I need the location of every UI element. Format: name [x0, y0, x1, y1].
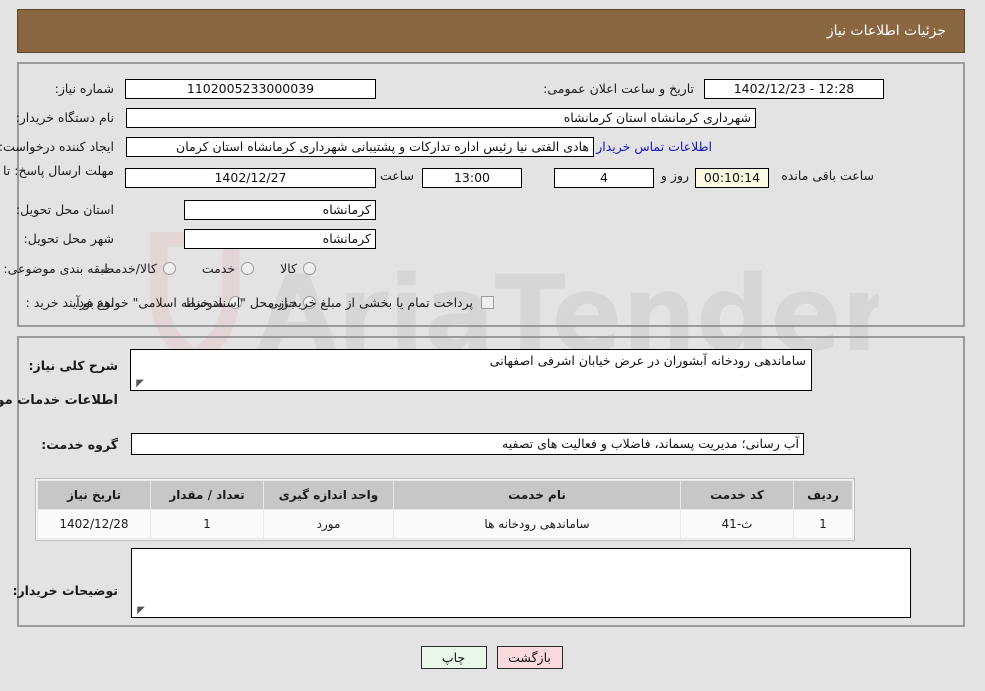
th-need-date: تاریخ نیاز [38, 480, 152, 510]
category-label-row: طبقه بندی موضوعی: [4, 261, 115, 276]
buyer-notes-label-row: توضیحات خریدار: [13, 583, 119, 598]
print-button[interactable]: چاپ [421, 646, 488, 669]
radio-khedmat-icon[interactable] [242, 262, 256, 275]
services-table: ردیف کد خدمت نام خدمت واحد اندازه گیری ت… [38, 480, 854, 539]
buyer-notes-label: توضیحات خریدار: [13, 583, 119, 598]
service-group-value: آب رسانی؛ مدیریت پسماند، فاضلاب و فعالیت… [132, 433, 805, 455]
province-label-row: استان محل تحویل: [17, 202, 115, 217]
city-label-row: شهر محل تحویل: [25, 231, 115, 246]
page-title: جزئیات اطلاعات نیاز [827, 23, 947, 39]
need-number-label-row: شماره نیاز: [56, 81, 115, 96]
hour-label: ساعت [380, 168, 415, 183]
treasury-checkbox[interactable] [482, 296, 495, 309]
radio-kala-khedmat-icon[interactable] [163, 262, 177, 275]
treasury-note-row: پرداخت تمام یا بخشی از مبلغ خرید،از محل … [75, 295, 495, 310]
need-summary-label: شرح کلی نیاز: [29, 358, 119, 373]
deadline-label: مهلت ارسال پاسخ: تا تاریخ: [0, 163, 115, 178]
back-button[interactable]: بازگشت [497, 646, 564, 669]
td-unit: مورد [264, 509, 395, 539]
treasury-note-text: پرداخت تمام یا بخشی از مبلغ خرید،از محل … [75, 295, 474, 310]
th-radif: ردیف [794, 480, 854, 510]
need-info-panel [18, 62, 966, 327]
need-number-label: شماره نیاز: [55, 81, 115, 96]
announce-datetime-value: 12:28 - 1402/12/23 [705, 79, 885, 99]
service-group-label-row: گروه خدمت: [42, 437, 119, 452]
deadline-time-row: 13:00 [423, 168, 523, 188]
countdown-label-row: ساعت باقی مانده [782, 168, 875, 183]
service-group-field-row: آب رسانی؛ مدیریت پسماند، فاضلاب و فعالیت… [132, 433, 805, 455]
th-quantity: تعداد / مقدار [151, 480, 265, 510]
delivery-province-value: کرمانشاه [185, 200, 377, 220]
category-option-khedmat[interactable]: خدمت [202, 261, 256, 276]
category-option-kala-khedmat-label: کالا/خدمت [103, 261, 158, 276]
buyer-org-value: شهرداری کرمانشاه استان کرمانشاه [127, 108, 757, 128]
creator-field-row: هادی الفتی نیا رئیس اداره تدارکات و پشتی… [127, 137, 595, 157]
need-number-field-row: 1102005233000039 [126, 79, 377, 99]
td-quantity: 1 [151, 509, 265, 539]
table-header-row: ردیف کد خدمت نام خدمت واحد اندازه گیری ت… [38, 480, 854, 510]
deadline-date-value: 1402/12/27 [126, 168, 377, 188]
th-service-name: نام خدمت [394, 480, 682, 510]
category-option-kala-label: کالا [281, 261, 298, 276]
service-group-label: گروه خدمت: [42, 437, 119, 452]
td-service-code: ث-41 [681, 509, 795, 539]
radio-kala-icon[interactable] [304, 262, 317, 275]
delivery-city-value: کرمانشاه [185, 229, 377, 249]
buyer-contact-link[interactable]: اطلاعات تماس خریدار [597, 139, 713, 154]
resize-grip-icon[interactable]: ◤ [135, 379, 145, 389]
buyer-org-field-row: شهرداری کرمانشاه استان کرمانشاه [127, 108, 757, 128]
summary-label-row: شرح کلی نیاز: [30, 358, 119, 373]
announce-label-row: تاریخ و ساعت اعلان عمومی: [544, 81, 695, 96]
td-radif: 1 [794, 509, 854, 539]
resize-grip-icon-notes[interactable]: ◤ [136, 606, 146, 616]
button-bar: بازگشت چاپ [0, 646, 985, 669]
delivery-city-label: شهر محل تحویل: [24, 231, 115, 246]
province-field-row: کرمانشاه [185, 200, 377, 220]
request-creator-label: ایجاد کننده درخواست: [0, 139, 115, 154]
services-section-title: اطلاعات خدمات مورد نیاز [0, 393, 119, 408]
need-summary-value: ساماندهی رودخانه آبشوران در عرض خیابان ا… [490, 353, 807, 368]
request-creator-value: هادی الفتی نیا رئیس اداره تدارکات و پشتی… [127, 137, 595, 157]
buyer-org-label-row: نام دستگاه خریدار: [17, 110, 115, 125]
days-remaining-row: 4 [555, 168, 655, 188]
days-remaining-value: 4 [555, 168, 655, 188]
services-section-row: اطلاعات خدمات مورد نیاز [0, 393, 119, 408]
announce-datetime-label: تاریخ و ساعت اعلان عمومی: [544, 81, 695, 96]
category-radio-group: کالا خدمت کالا/خدمت [103, 261, 317, 276]
td-service-name: ساماندهی رودخانه ها [394, 509, 682, 539]
th-unit: واحد اندازه گیری [264, 480, 395, 510]
countdown-timer-value: 00:10:14 [696, 168, 770, 188]
th-service-code: کد خدمت [681, 480, 795, 510]
countdown-label: ساعت باقی مانده [782, 168, 875, 183]
deadline-date-row: 1402/12/27 [126, 168, 377, 188]
category-option-khedmat-label: خدمت [202, 261, 237, 276]
table-row: 1 ث-41 ساماندهی رودخانه ها مورد 1 1402/1… [38, 509, 854, 539]
deadline-label-row: مهلت ارسال پاسخ: تا تاریخ: [0, 163, 115, 179]
category-option-kala-khedmat[interactable]: کالا/خدمت [103, 261, 177, 276]
announce-field-row: 12:28 - 1402/12/23 [705, 79, 885, 99]
creator-label-row: ایجاد کننده درخواست: [0, 139, 115, 154]
need-summary-textarea[interactable]: ساماندهی رودخانه آبشوران در عرض خیابان ا… [131, 349, 813, 391]
buyer-notes-textarea[interactable]: ◤ [132, 548, 912, 618]
deadline-time-value: 13:00 [423, 168, 523, 188]
td-need-date: 1402/12/28 [38, 509, 152, 539]
buyer-org-label: نام دستگاه خریدار: [16, 110, 115, 125]
subject-category-label: طبقه بندی موضوعی: [4, 261, 115, 276]
page-header: جزئیات اطلاعات نیاز [18, 9, 966, 53]
delivery-province-label: استان محل تحویل: [16, 202, 115, 217]
days-label: روز و [661, 168, 690, 183]
services-table-wrap: ردیف کد خدمت نام خدمت واحد اندازه گیری ت… [36, 478, 856, 541]
days-label-row: روز و [662, 168, 690, 183]
category-option-kala[interactable]: کالا [281, 261, 317, 276]
buyer-contact-row[interactable]: اطلاعات تماس خریدار [597, 139, 713, 154]
hour-label-row: ساعت [381, 168, 415, 183]
city-field-row: کرمانشاه [185, 229, 377, 249]
countdown-row: 00:10:14 [696, 168, 770, 188]
need-number-value: 1102005233000039 [126, 79, 377, 99]
